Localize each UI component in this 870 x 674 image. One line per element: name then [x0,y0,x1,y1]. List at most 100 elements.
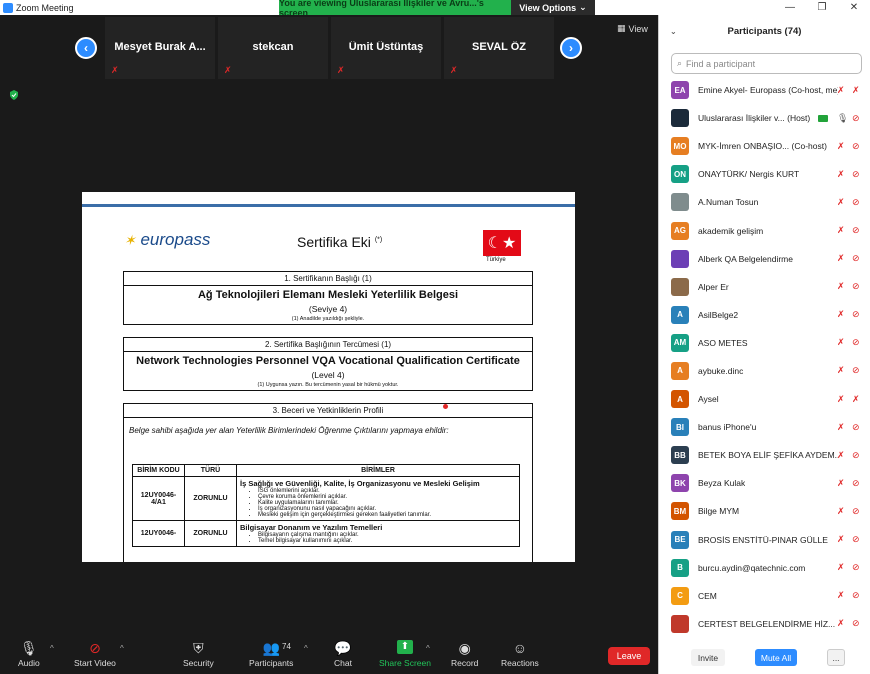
collapse-chevron-icon[interactable]: ⌄ [670,27,677,36]
video-area: ‹ Mesyet Burak A... ✗ stekcan ✗ Ümit Üst… [0,15,658,634]
participant-row[interactable]: BE BROSİS ENSTİTÜ-PINAR GÜLLE ✗ ⊘ [659,526,870,554]
mute-all-button[interactable]: Mute All [755,649,797,666]
video-off-icon: ⊘ [852,421,860,432]
view-button[interactable]: ▦ View [617,23,648,34]
avatar: BB [671,446,689,465]
participant-row[interactable]: Alper Er ✗ ⊘ [659,273,870,301]
mic-off-icon: ✗ [837,309,845,320]
start-video-button[interactable]: ⊘ Start Video [74,640,116,668]
participant-name: burcu.aydin@qatechnic.com [698,562,806,573]
mic-off-icon: ✗ [837,196,845,207]
reactions-label: Reactions [501,658,539,668]
chat-icon: 💬 [334,640,352,656]
participant-row[interactable]: A AsilBelge2 ✗ ⊘ [659,301,870,329]
mic-off-icon: ✗ [837,225,845,236]
participant-row[interactable]: BK Beyza Kulak ✗ ⊘ [659,469,870,497]
screen-sharing-badge-icon [818,114,828,122]
security-button[interactable]: ⛨ Security [183,640,214,668]
avatar: C [671,586,689,605]
search-input[interactable]: Find a participant [686,59,755,69]
participant-row[interactable]: BM Bilge MYM ✗ ⊘ [659,497,870,525]
prev-page-button[interactable]: ‹ [75,37,97,59]
chevron-down-icon: ⌄ [579,2,587,12]
video-off-icon: ⊘ [852,168,860,179]
participant-row[interactable]: A Aysel ✗ ✗ [659,385,870,413]
avatar: EA [671,81,689,100]
unit-outcomes: İSG önlemlerini açıklar. Çevre koruma ön… [240,488,516,518]
participants-options-caret[interactable]: ^ [304,644,308,653]
video-off-icon: ⊘ [852,253,860,264]
participant-row[interactable]: AM ASO METES ✗ ⊘ [659,329,870,357]
audio-options-caret[interactable]: ^ [50,644,54,653]
participant-search[interactable]: ⌕ Find a participant [671,53,862,74]
video-thumbnail[interactable]: Mesyet Burak A... ✗ [105,17,215,79]
record-icon: ◉ [458,640,471,656]
video-thumbnail[interactable]: Ümit Üstüntaş ✗ [331,17,441,79]
participant-row[interactable]: BI banus iPhone'u ✗ ⊘ [659,413,870,441]
panel-footer: Invite Mute All ... [659,640,870,674]
participant-row[interactable]: MO MYK-İmren ONBAŞIO... (Co-host) ✗ ⊘ [659,132,870,160]
video-thumbnail[interactable]: stekcan ✗ [218,17,328,79]
participant-name: banus iPhone'u [698,422,757,433]
video-off-icon: ⊘ [852,196,860,207]
participant-row[interactable]: CERTEST BELGELENDİRME HİZ... ✗ ⊘ [659,610,870,638]
table-header: TÜRÜ [184,464,237,477]
video-off-icon: ⊘ [852,281,860,292]
invite-button[interactable]: Invite [691,649,725,666]
share-screen-label: Share Screen [379,658,431,668]
participant-name: Beyza Kulak [698,478,746,489]
participant-row[interactable]: Aaybuke.dinc ✗ ⊘ [659,357,870,385]
unit-cell: İş Sağlığı ve Güvenliği, Kalite, İş Orga… [236,476,520,521]
record-button[interactable]: ◉ Record [451,640,478,668]
participant-row[interactable]: BB BETEK BOYA ELİF ŞEFİKA AYDEM... ✗ ⊘ [659,441,870,469]
shield-icon: ⛨ [193,640,204,656]
mic-off-icon: ✗ [837,449,845,460]
avatar: BM [671,502,689,521]
search-icon: ⌕ [677,58,683,68]
window-title: Zoom Meeting [16,2,74,13]
minimize-button[interactable]: — [774,2,806,13]
participant-row[interactable]: Bburcu.aydin@qatechnic.com ✗ ⊘ [659,554,870,582]
chat-button[interactable]: 💬 Chat [334,640,352,668]
participant-name: akademik gelişim [698,225,764,236]
participant-row[interactable]: A.Numan Tosun ✗ ⊘ [659,188,870,216]
view-options-button[interactable]: View Options ⌄ [511,0,595,15]
participants-panel: ⌄ Participants (74) ⌕ Find a participant… [658,15,870,674]
participant-row[interactable]: C CEM ✗ ⊘ [659,582,870,610]
avatar [671,193,689,212]
share-screen-button[interactable]: ⬆ Share Screen [379,640,431,668]
restore-button[interactable]: ❐ [806,2,838,13]
leave-button[interactable]: Leave [608,647,650,665]
avatar: B [671,558,689,577]
chevron-left-icon: ‹ [84,41,88,55]
audio-button[interactable]: 🎙 Audio [18,640,40,668]
audio-label: Audio [18,658,40,668]
mic-off-icon: ✗ [837,281,845,292]
thumbnail-name: stekcan [252,41,294,53]
participant-row[interactable]: ON ONAYTÜRK/ Nergis KURT ✗ ⊘ [659,160,870,188]
participant-row[interactable]: Alberk QA Belgelendirme ✗ ⊘ [659,245,870,273]
video-off-icon: ⊘ [852,140,860,151]
participant-row[interactable]: EA Emine Akyel- Europass (Co-host, me) ✗ ✗ [659,76,870,104]
video-off-icon: ⊘ [852,505,860,516]
mic-off-icon: ✗ [837,393,845,404]
participant-name: BROSİS ENSTİTÜ-PINAR GÜLLE [698,534,828,545]
mic-off-icon: ✗ [837,168,845,179]
reactions-button[interactable]: ☺ Reactions [501,640,539,668]
unit-code: 12UY0046-4/A1 [132,476,185,521]
mic-off-icon: ✗ [852,84,860,95]
participant-row[interactable]: Uluslararası İlişkiler v... (Host) 🎙 ⊘ [659,104,870,132]
mic-off-icon: ✗ [837,253,845,264]
video-thumbnail[interactable]: SEVAL ÖZ ✗ [444,17,554,79]
close-button[interactable]: ✕ [838,2,870,13]
avatar: ON [671,165,689,184]
mic-off-icon: ✗ [837,618,845,629]
next-page-button[interactable]: › [560,37,582,59]
participant-row[interactable]: AG akademik gelişim ✗ ⊘ [659,216,870,244]
thumbnail-name: Ümit Üstüntaş [348,41,424,53]
more-options-button[interactable]: ... [827,649,845,666]
footnote: (1) Uygunsa yazın. Bu tercümenin yasal b… [257,382,399,388]
video-options-caret[interactable]: ^ [120,644,124,653]
box-header: 3. Beceri ve Yetkinliklerin Profili [124,404,532,418]
share-options-caret[interactable]: ^ [426,644,430,653]
